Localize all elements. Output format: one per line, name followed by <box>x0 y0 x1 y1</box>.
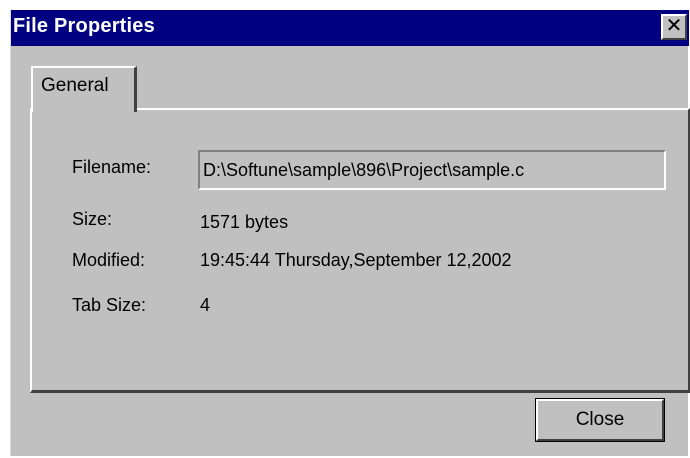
modified-label: Modified: <box>72 250 146 270</box>
size-value: 1571 bytes <box>200 212 289 232</box>
tab-size-value: 4 <box>200 295 211 315</box>
file-properties-dialog: File Properties ✕ General Filename: D:\S… <box>10 10 690 456</box>
tab-size-label: Tab Size: <box>72 295 147 315</box>
tab-general-label: General <box>41 75 109 96</box>
window-title: File Properties <box>13 15 155 37</box>
tab-general[interactable]: General <box>31 66 137 112</box>
title-bar: File Properties ✕ <box>11 10 689 46</box>
general-panel: Filename: D:\Softune\sample\896\Project\… <box>30 108 690 393</box>
size-label: Size: <box>72 209 113 229</box>
filename-label: Filename: <box>72 157 152 177</box>
close-icon: ✕ <box>665 15 683 37</box>
filename-field[interactable]: D:\Softune\sample\896\Project\sample.c <box>198 150 666 190</box>
title-close-button[interactable]: ✕ <box>661 14 687 40</box>
close-button[interactable]: Close <box>535 398 665 442</box>
modified-value: 19:45:44 Thursday,September 12,2002 <box>200 250 512 270</box>
